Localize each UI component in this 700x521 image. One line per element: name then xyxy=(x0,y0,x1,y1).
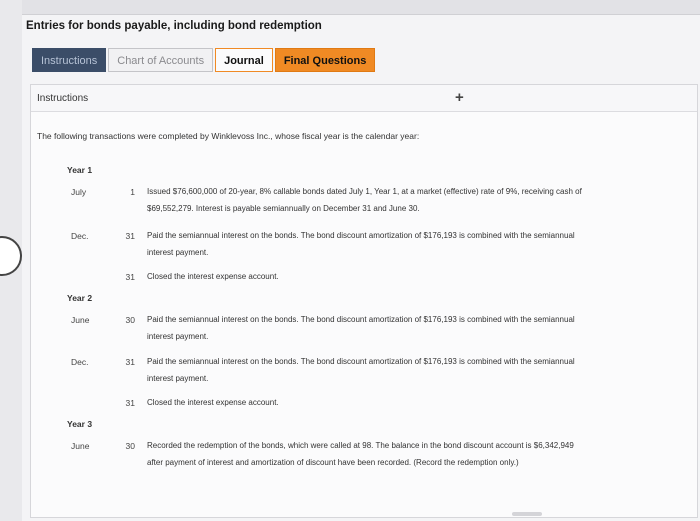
day-label: 1 xyxy=(130,187,135,197)
tab-final-questions[interactable]: Final Questions xyxy=(274,48,376,72)
tab-chart-of-accounts[interactable]: Chart of Accounts xyxy=(108,48,214,72)
transaction-description: Paid the semiannual interest on the bond… xyxy=(147,357,575,383)
year-1-label: Year 1 xyxy=(67,165,93,175)
intro-text: The following transactions were complete… xyxy=(37,131,420,141)
month-label: June xyxy=(71,315,90,325)
day-label: 31 xyxy=(125,357,135,367)
tab-instructions[interactable]: Instructions xyxy=(32,48,107,72)
transaction-description: Recorded the redemption of the bonds, wh… xyxy=(147,441,574,467)
day-label: 31 xyxy=(125,231,135,241)
day-label: 30 xyxy=(125,441,135,451)
page: Entries for bonds payable, including bon… xyxy=(22,0,700,521)
month-label: July xyxy=(71,187,87,197)
year-2-label: Year 2 xyxy=(67,293,93,303)
month-label: June xyxy=(71,441,90,451)
day-label: 30 xyxy=(125,315,135,325)
expand-plus-icon[interactable]: + xyxy=(455,89,464,106)
panel-heading: Instructions xyxy=(37,93,89,104)
month-label: Dec. xyxy=(71,357,89,367)
transaction-description: Closed the interest expense account. xyxy=(147,272,279,281)
nav-circle-icon[interactable] xyxy=(0,236,22,276)
scroll-indicator xyxy=(512,512,542,516)
day-label: 31 xyxy=(125,398,135,408)
day-label: 31 xyxy=(125,272,135,282)
transaction-description: Closed the interest expense account. xyxy=(147,398,279,407)
year-3-label: Year 3 xyxy=(67,419,93,429)
top-bar xyxy=(22,0,700,15)
month-label: Dec. xyxy=(71,231,89,241)
transaction-description: Issued $76,600,000 of 20-year, 8% callab… xyxy=(147,187,582,213)
transaction-description: Paid the semiannual interest on the bond… xyxy=(147,315,575,341)
transaction-description: Paid the semiannual interest on the bond… xyxy=(147,231,575,257)
tab-journal[interactable]: Journal xyxy=(215,48,273,72)
instructions-panel: Instructions + The following transaction… xyxy=(30,84,698,518)
tab-bar: Instructions Chart of Accounts Journal F… xyxy=(32,48,377,74)
panel-header: Instructions + xyxy=(31,85,697,112)
page-title: Entries for bonds payable, including bon… xyxy=(26,20,322,32)
